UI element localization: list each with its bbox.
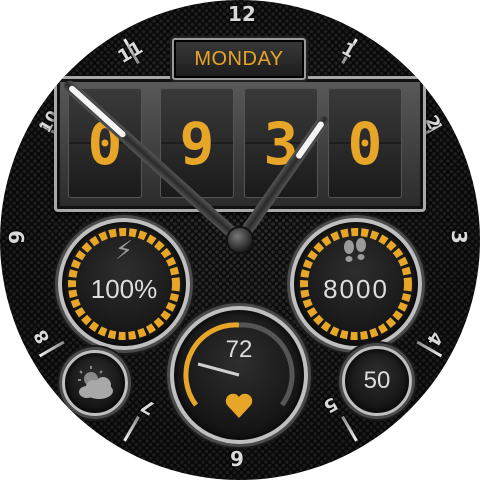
watch-face: 12 1 2 3 4 5 6 7 8 9 10 11 0 9 3 0 MONDA…	[0, 0, 480, 480]
small-value-dial[interactable]: 50	[342, 346, 412, 416]
heart-rate-value: 72	[225, 336, 253, 363]
heart-rate-dial[interactable]: 72	[170, 306, 308, 444]
hour-mark-8: 8	[30, 325, 55, 348]
digit-text: 9	[179, 110, 215, 178]
battery-value: 100%	[90, 274, 158, 304]
heart-icon	[225, 393, 253, 418]
hour-mark-3: 3	[446, 230, 471, 244]
footprints-icon	[344, 238, 366, 262]
steps-dial[interactable]: 8000	[290, 218, 422, 350]
bolt-icon: ⚡	[114, 236, 134, 266]
hour-mark-6: 6	[230, 446, 244, 470]
hour-mark-9: 9	[4, 230, 29, 244]
hour-mark-12: 12	[228, 2, 256, 26]
weather-dial[interactable]	[62, 350, 128, 416]
center-cap	[228, 228, 252, 252]
small-dial-value: 50	[363, 367, 391, 394]
hour-mark-11: 11	[114, 37, 147, 68]
day-of-week-box[interactable]: MONDAY	[172, 38, 306, 80]
steps-value: 8000	[323, 274, 389, 304]
heart-rate-arc	[183, 322, 295, 407]
hour-mark-1: 1	[337, 38, 359, 63]
digit-text: 0	[347, 110, 383, 178]
partly-cloudy-icon	[78, 366, 113, 399]
day-of-week-label: MONDAY	[194, 48, 284, 70]
flip-digit-minute-ones: 0	[328, 88, 402, 198]
battery-dial[interactable]: ⚡ 100%	[58, 218, 190, 350]
